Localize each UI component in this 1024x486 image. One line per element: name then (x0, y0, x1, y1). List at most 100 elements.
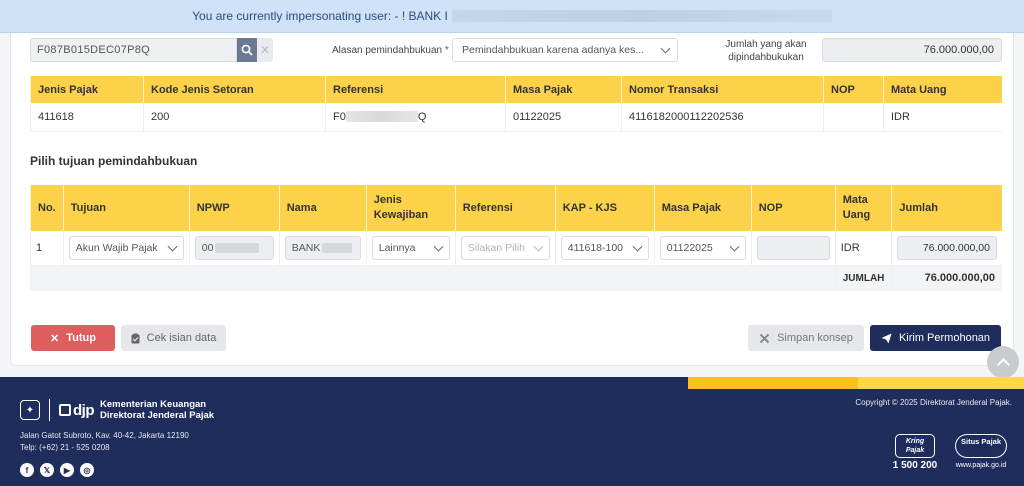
footer: ✦ djp Kementerian Keuangan Direktorat Je… (0, 377, 1024, 486)
total-label: JUMLAH (834, 265, 892, 291)
phone-text: Telp: (+62) 21 - 525 0208 (20, 443, 110, 452)
col-no: No. (30, 185, 64, 231)
col-kap-kjs: KAP - KJS (554, 185, 655, 231)
kirim-permohonan-label: Kirim Permohonan (898, 332, 991, 344)
masa-pajak-select[interactable]: 01122025 (659, 235, 746, 260)
col-mata-uang: Mata Uang (834, 185, 892, 231)
referensi-input[interactable]: F087B015DEC07P8Q (30, 38, 237, 62)
jenis-kewajiban-value: Lainnya (378, 241, 416, 254)
cell-npwp: 00 (188, 231, 280, 266)
close-icon: ✕ (259, 43, 271, 57)
chevron-down-icon (533, 241, 544, 252)
cell-referensi: F0 Q (325, 103, 506, 132)
masked-referensi (345, 111, 418, 123)
scroll-to-top-button[interactable] (987, 346, 1019, 378)
org-line1: Kementerian Keuangan (100, 399, 207, 410)
cell-no: 1 (30, 231, 64, 266)
referensi-placeholder: Silakan Pilih (467, 241, 525, 254)
table-row: 411618 200 F0 Q 01122025 4116182000112202… (30, 103, 1002, 132)
tools-icon (759, 333, 770, 343)
tujuan-select[interactable]: Akun Wajib Pajak (68, 235, 184, 260)
nop-field[interactable] (756, 235, 830, 260)
source-table-header: Jenis Pajak Kode Jenis Setoran Referensi… (30, 76, 1002, 103)
col-mata-uang: Mata Uang (883, 76, 1002, 103)
footer-address: Jalan Gatot Subroto, Kav. 40-42, Jakarta… (20, 430, 189, 454)
cek-isian-label: Cek isian data (146, 332, 217, 344)
cell-nama: BANK (278, 231, 367, 266)
masa-pajak-value: 01122025 (666, 241, 713, 254)
total-value: 76.000.000,00 (891, 265, 1002, 291)
tutup-button[interactable]: ✕ Tutup (31, 325, 115, 351)
footer-stripe-yellow (688, 377, 858, 389)
x-icon[interactable]: 𝕏 (40, 463, 54, 477)
facebook-icon[interactable]: f (20, 463, 34, 477)
instagram-icon[interactable]: ◎ (80, 463, 94, 477)
masked-username (451, 10, 832, 22)
alasan-select[interactable]: Pemindahbukuan karena adanya kes... (452, 38, 678, 62)
logo-divider (49, 399, 50, 421)
npwp-field: 00 (194, 235, 274, 260)
masked-nama (322, 242, 353, 253)
required-mark: * (444, 45, 449, 56)
cell-kap-kjs: 411618-100 (554, 231, 655, 266)
jumlah-input[interactable]: 76.000.000,00 (897, 235, 997, 260)
kap-kjs-value: 411618-100 (567, 241, 624, 254)
section-title: Pilih tujuan pemindahbukuan (30, 154, 198, 168)
search-icon (241, 44, 253, 56)
impersonation-banner: You are currently impersonating user: - … (0, 0, 1024, 33)
cell-kode-jenis-setoran: 200 (143, 103, 326, 132)
col-referensi: Referensi (325, 76, 506, 103)
destination-table: No. Tujuan NPWP Nama Jenis Kewajiban Ref… (30, 185, 1002, 291)
youtube-icon[interactable]: ▶ (60, 463, 74, 477)
chevron-down-icon (433, 241, 444, 252)
cell-nop (750, 231, 836, 266)
situs-pajak-url: www.pajak.go.id (955, 462, 1007, 469)
chevron-down-icon (632, 241, 643, 252)
destination-table-header: No. Tujuan NPWP Nama Jenis Kewajiban Ref… (30, 185, 1002, 231)
situs-pajak-logo: Situs Pajak (955, 434, 1007, 458)
cek-isian-button[interactable]: Cek isian data (121, 325, 226, 351)
jenis-kewajiban-select[interactable]: Lainnya (371, 235, 450, 260)
col-nomor-transaksi: Nomor Transaksi (621, 76, 824, 103)
cell-nomor-transaksi: 4116182000112202536 (621, 103, 824, 132)
clipboard-icon (131, 333, 140, 343)
copyright: Copyright © 2025 Direktorat Jenderal Paj… (855, 398, 1012, 407)
paper-plane-icon (881, 333, 892, 343)
col-masa-pajak: Masa Pajak (653, 185, 752, 231)
djp-logo-text: djp (73, 401, 95, 419)
cell-masa-pajak: 01122025 (653, 231, 752, 266)
referensi-prefix: F0 (333, 110, 346, 123)
cell-tujuan: Akun Wajib Pajak (62, 231, 190, 266)
alasan-label: Alasan pemindahbukuan * (332, 45, 449, 56)
kemenkeu-emblem-icon: ✦ (20, 400, 40, 420)
nama-field: BANK (284, 235, 361, 260)
npwp-value: 00 (201, 241, 214, 254)
col-jumlah: Jumlah (891, 185, 1002, 231)
kring-pajak[interactable]: Kring Pajak 1 500 200 (888, 434, 942, 471)
close-icon: ✕ (50, 332, 60, 345)
col-referensi: Referensi (454, 185, 556, 231)
kap-kjs-select[interactable]: 411618-100 (560, 235, 649, 260)
kring-pajak-logo: Kring Pajak (895, 434, 935, 458)
cell-nop (823, 103, 884, 132)
cell-jumlah: 76.000.000,00 (891, 231, 1002, 266)
col-jenis-kewajiban: Jenis Kewajiban (365, 185, 456, 231)
cell-mata-uang: IDR (834, 231, 892, 266)
jumlah-field: 76.000.000,00 (822, 38, 1002, 62)
alasan-label-text: Alasan pemindahbukuan (332, 45, 443, 56)
chevron-down-icon (167, 241, 178, 252)
source-table: Jenis Pajak Kode Jenis Setoran Referensi… (30, 76, 1002, 132)
referensi-select[interactable]: Silakan Pilih (460, 235, 550, 260)
simpan-konsep-label: Simpan konsep (777, 332, 853, 344)
search-button[interactable] (237, 38, 257, 62)
clear-button[interactable]: ✕ (257, 38, 273, 62)
col-nop: NOP (750, 185, 836, 231)
chevron-down-icon (660, 43, 671, 54)
simpan-konsep-button[interactable]: Simpan konsep (748, 325, 864, 351)
impersonation-text: You are currently impersonating user: - … (192, 9, 448, 23)
situs-pajak[interactable]: Situs Pajak www.pajak.go.id (952, 434, 1010, 469)
alasan-select-value: Pemindahbukuan karena adanya kes... (462, 44, 645, 56)
total-spacer (30, 265, 836, 291)
kirim-permohonan-button[interactable]: Kirim Permohonan (870, 325, 1001, 351)
org-name: Kementerian Keuangan Direktorat Jenderal… (100, 399, 214, 421)
